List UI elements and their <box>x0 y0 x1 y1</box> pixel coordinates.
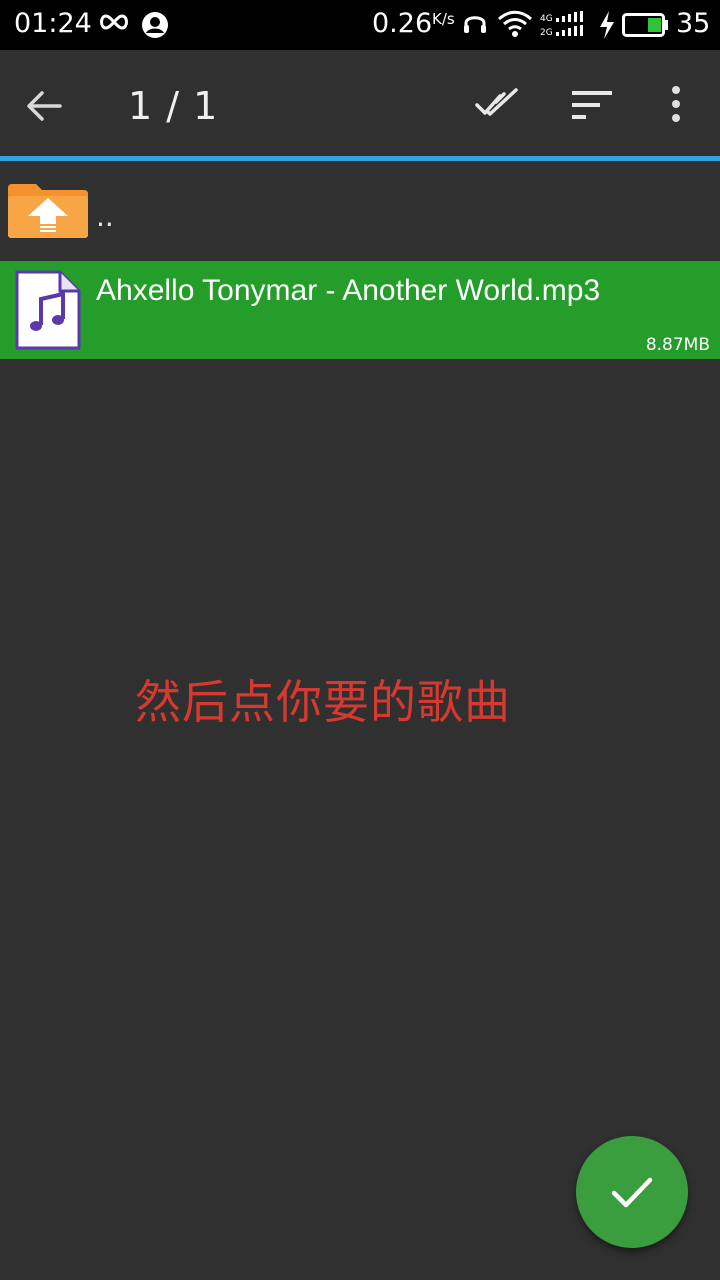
infinity-icon <box>100 14 128 30</box>
headset-icon <box>464 16 486 33</box>
status-time: 01:24 <box>14 8 92 39</box>
instruction-annotation: 然后点你要的歌曲 <box>135 675 511 729</box>
battery-icon <box>622 13 668 37</box>
battery-level: 35 <box>676 8 711 39</box>
svg-text:4G: 4G <box>540 14 553 24</box>
music-file-icon <box>15 270 81 350</box>
network-speed-unit: K/s <box>432 10 455 28</box>
back-arrow-icon[interactable] <box>24 86 64 126</box>
list-item-selected-file[interactable]: Ahxello Tonymar - Another World.mp3 8.87… <box>0 261 720 359</box>
status-bar: 01:24 0.26 K/s 4G 2G 35 <box>0 0 720 50</box>
toolbar-divider <box>0 156 720 161</box>
toolbar: 1 / 1 <box>0 50 720 156</box>
network-speed: 0.26 <box>372 8 433 39</box>
confirm-button[interactable] <box>576 1136 688 1248</box>
sort-icon[interactable] <box>570 88 614 122</box>
check-icon <box>611 1177 653 1208</box>
list-item-parent-folder[interactable]: .. <box>0 166 720 258</box>
user-icon <box>142 12 168 38</box>
signal-icon: 4G 2G <box>540 11 583 38</box>
file-size: 8.87MB <box>645 335 710 355</box>
more-vert-icon[interactable] <box>664 84 688 124</box>
wifi-icon <box>497 10 533 37</box>
list-item-label: .. <box>96 200 114 233</box>
folder-up-icon <box>8 184 88 238</box>
charging-icon <box>600 11 614 39</box>
page-title: 1 / 1 <box>128 84 219 128</box>
select-all-icon[interactable] <box>474 88 518 120</box>
file-name: Ahxello Tonymar - Another World.mp3 <box>96 274 601 307</box>
svg-text:2G: 2G <box>540 28 553 38</box>
